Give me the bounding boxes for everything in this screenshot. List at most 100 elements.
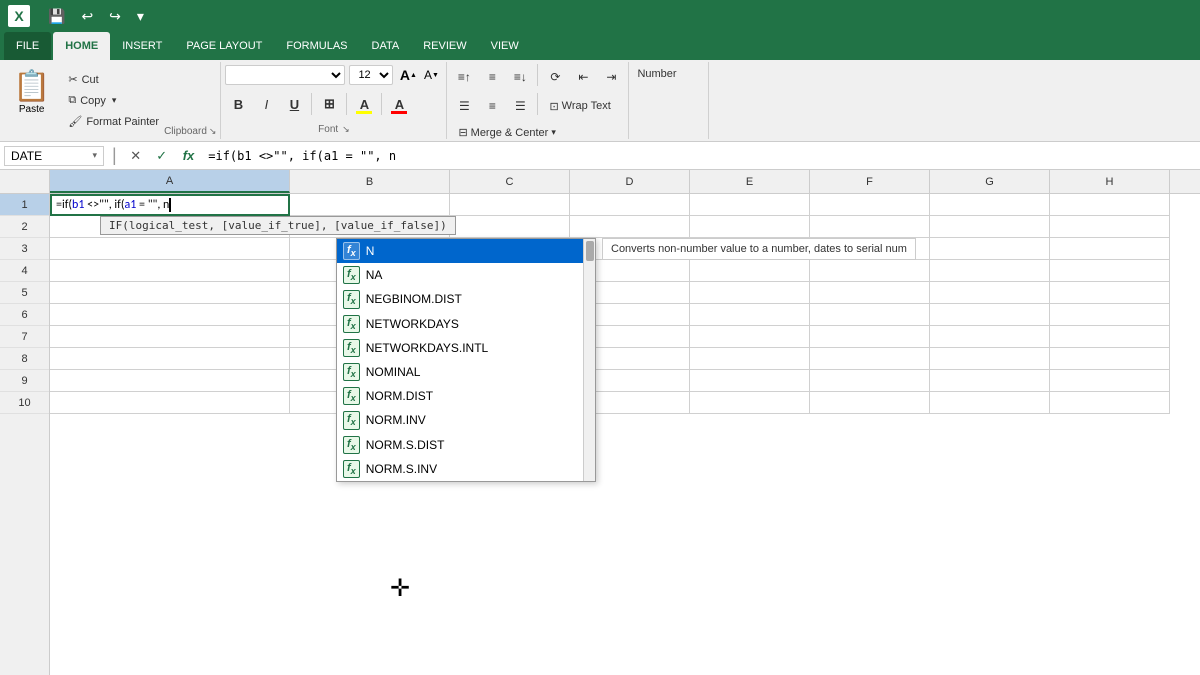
cell-e9[interactable] bbox=[690, 370, 810, 392]
autocomplete-item-norm-s-dist[interactable]: fx NORM.S.DIST bbox=[337, 433, 595, 457]
cell-a10[interactable] bbox=[50, 392, 290, 414]
paste-button[interactable]: 📋 Paste bbox=[4, 64, 59, 137]
cell-f4[interactable] bbox=[810, 260, 930, 282]
row-number-1[interactable]: 1 bbox=[0, 194, 49, 216]
row-number-3[interactable]: 3 bbox=[0, 238, 49, 260]
align-right-button[interactable]: ☰ bbox=[507, 93, 533, 119]
tab-home[interactable]: HOME bbox=[53, 32, 110, 60]
cell-d1[interactable] bbox=[570, 194, 690, 216]
cut-button[interactable]: ✂ Cut bbox=[63, 70, 164, 89]
merge-center-button[interactable]: ⊟ Merge & Center ▾ bbox=[451, 122, 562, 143]
decrease-font-size-button[interactable]: A▼ bbox=[420, 64, 442, 86]
row-number-5[interactable]: 5 bbox=[0, 282, 49, 304]
tab-view[interactable]: VIEW bbox=[479, 32, 531, 60]
cell-f7[interactable] bbox=[810, 326, 930, 348]
row-number-8[interactable]: 8 bbox=[0, 348, 49, 370]
name-box-dropdown[interactable]: ▾ bbox=[92, 150, 97, 161]
tab-review[interactable]: REVIEW bbox=[411, 32, 478, 60]
font-color-button[interactable]: A bbox=[386, 91, 412, 117]
cell-h5[interactable] bbox=[1050, 282, 1170, 304]
formula-fx-icon[interactable]: fx bbox=[177, 148, 201, 163]
cell-g7[interactable] bbox=[930, 326, 1050, 348]
format-painter-button[interactable]: 🖌 Format Painter bbox=[63, 112, 164, 131]
cell-a1[interactable]: =if(b1 <>"", if(a1 = "", n bbox=[50, 194, 290, 216]
cell-h6[interactable] bbox=[1050, 304, 1170, 326]
row-number-4[interactable]: 4 bbox=[0, 260, 49, 282]
cell-g10[interactable] bbox=[930, 392, 1050, 414]
autocomplete-item-negbinom[interactable]: fx NEGBINOM.DIST bbox=[337, 287, 595, 311]
cell-h10[interactable] bbox=[1050, 392, 1170, 414]
column-header-b[interactable]: B bbox=[290, 170, 450, 193]
column-header-g[interactable]: G bbox=[930, 170, 1050, 193]
clipboard-expand-icon[interactable]: ↘ bbox=[209, 126, 217, 137]
align-top-button[interactable]: ≡↑ bbox=[451, 64, 477, 90]
autocomplete-item-norm-s-inv[interactable]: fx NORM.S.INV bbox=[337, 457, 595, 481]
row-number-10[interactable]: 10 bbox=[0, 392, 49, 414]
underline-button[interactable]: U bbox=[281, 91, 307, 117]
font-expand-icon[interactable]: ↘ bbox=[342, 124, 350, 135]
name-box[interactable]: DATE ▾ bbox=[4, 146, 104, 166]
autocomplete-item-nominal[interactable]: fx NOMINAL bbox=[337, 360, 595, 384]
formula-confirm-button[interactable]: ✓ bbox=[151, 145, 173, 167]
cell-a8[interactable] bbox=[50, 348, 290, 370]
cell-g3[interactable] bbox=[930, 238, 1050, 260]
align-left-button[interactable]: ☰ bbox=[451, 93, 477, 119]
cell-g4[interactable] bbox=[930, 260, 1050, 282]
column-header-e[interactable]: E bbox=[690, 170, 810, 193]
more-button[interactable]: ▾ bbox=[131, 6, 150, 27]
column-header-h[interactable]: H bbox=[1050, 170, 1170, 193]
cell-g5[interactable] bbox=[930, 282, 1050, 304]
cell-e7[interactable] bbox=[690, 326, 810, 348]
undo-button[interactable]: ↩ bbox=[75, 6, 99, 27]
autocomplete-item-na[interactable]: fx NA bbox=[337, 263, 595, 287]
indent-increase-button[interactable]: ⇥ bbox=[598, 64, 624, 90]
row-number-2[interactable]: 2 bbox=[0, 216, 49, 238]
cell-e1[interactable] bbox=[690, 194, 810, 216]
tab-file[interactable]: FILE bbox=[4, 32, 51, 60]
cell-c2[interactable] bbox=[450, 216, 570, 238]
cell-h7[interactable] bbox=[1050, 326, 1170, 348]
fill-color-button[interactable]: A bbox=[351, 91, 377, 117]
cell-a6[interactable] bbox=[50, 304, 290, 326]
cell-h3[interactable] bbox=[1050, 238, 1170, 260]
align-middle-button[interactable]: ≡ bbox=[479, 64, 505, 90]
cell-e4[interactable] bbox=[690, 260, 810, 282]
cell-f10[interactable] bbox=[810, 392, 930, 414]
cell-f6[interactable] bbox=[810, 304, 930, 326]
cell-d2[interactable] bbox=[570, 216, 690, 238]
align-bottom-button[interactable]: ≡↓ bbox=[507, 64, 533, 90]
save-button[interactable]: 💾 bbox=[42, 6, 71, 27]
cell-a7[interactable] bbox=[50, 326, 290, 348]
cell-g2[interactable] bbox=[930, 216, 1050, 238]
cell-f9[interactable] bbox=[810, 370, 930, 392]
cell-a3[interactable] bbox=[50, 238, 290, 260]
column-header-c[interactable]: C bbox=[450, 170, 570, 193]
cell-e5[interactable] bbox=[690, 282, 810, 304]
wrap-text-button[interactable]: ⊡ Wrap Text bbox=[542, 93, 617, 119]
autocomplete-item-networkdays[interactable]: fx NETWORKDAYS bbox=[337, 312, 595, 336]
cell-e6[interactable] bbox=[690, 304, 810, 326]
indent-decrease-button[interactable]: ⇤ bbox=[570, 64, 596, 90]
cell-g9[interactable] bbox=[930, 370, 1050, 392]
column-header-f[interactable]: F bbox=[810, 170, 930, 193]
rotate-text-button[interactable]: ⟳ bbox=[542, 64, 568, 90]
cell-h1[interactable] bbox=[1050, 194, 1170, 216]
cell-h2[interactable] bbox=[1050, 216, 1170, 238]
tab-formulas[interactable]: FORMULAS bbox=[274, 32, 359, 60]
autocomplete-item-n[interactable]: fx N bbox=[337, 239, 595, 263]
align-center-button[interactable]: ≡ bbox=[479, 93, 505, 119]
cell-f8[interactable] bbox=[810, 348, 930, 370]
cell-a5[interactable] bbox=[50, 282, 290, 304]
cell-a9[interactable] bbox=[50, 370, 290, 392]
autocomplete-item-norm-dist[interactable]: fx NORM.DIST bbox=[337, 384, 595, 408]
font-size-select[interactable]: 12 bbox=[349, 65, 393, 85]
autocomplete-dropdown[interactable]: fx N fx NA fx NEGBINOM.DIST fx NETWORKDA… bbox=[336, 238, 596, 482]
cell-h4[interactable] bbox=[1050, 260, 1170, 282]
cell-f1[interactable] bbox=[810, 194, 930, 216]
autocomplete-item-networkdays-intl[interactable]: fx NETWORKDAYS.INTL bbox=[337, 336, 595, 360]
cell-e2[interactable] bbox=[690, 216, 810, 238]
italic-button[interactable]: I bbox=[253, 91, 279, 117]
cell-h8[interactable] bbox=[1050, 348, 1170, 370]
tab-insert[interactable]: INSERT bbox=[110, 32, 174, 60]
merge-dropdown-icon[interactable]: ▾ bbox=[551, 127, 556, 138]
